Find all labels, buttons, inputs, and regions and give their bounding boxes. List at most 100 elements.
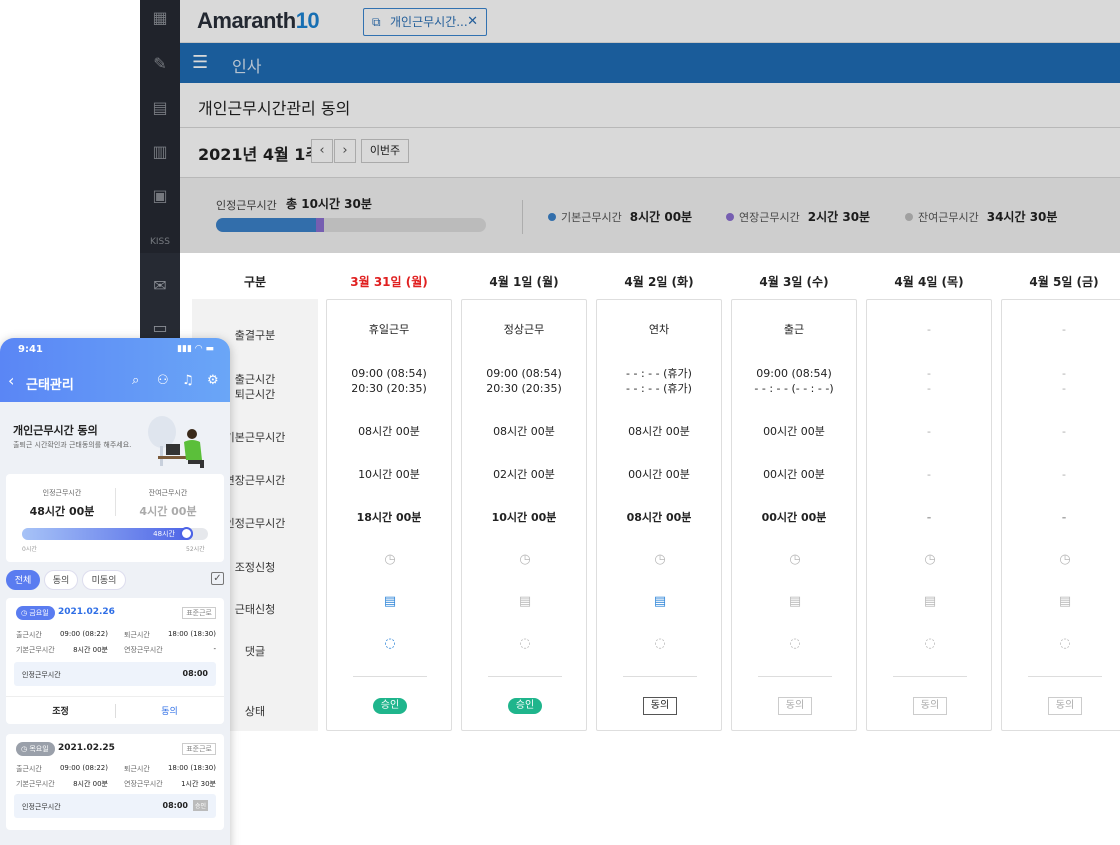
filter-not-agreed[interactable]: 미동의 [82,570,126,590]
day-column: - - - - - - ◷ ▤ ◌ 동의 [866,299,992,731]
status-badge[interactable]: 동의 [643,697,677,715]
search-icon[interactable]: ⌕ [132,373,139,389]
document-icon[interactable]: ▤ [652,594,668,610]
document-icon[interactable]: ▤ [1057,594,1073,610]
cell-out: - [927,382,931,395]
cell-out: - [1062,382,1066,395]
clock-icon[interactable]: ◷ [922,552,938,568]
clipboard-icon[interactable]: ▣ [150,186,170,206]
out-label: 퇴근시간 [124,631,150,639]
status-badge[interactable]: 동의 [778,697,812,715]
day-column: 정상근무 09:00 (08:54) 20:30 (20:35) 08시간 00분 02… [461,299,587,731]
hero-title: 개인근무시간 동의 [13,424,98,437]
over-value: 1시간 30분 [181,780,216,788]
work-type-tag: 표준근로 [182,743,216,755]
clock-icon[interactable]: ◷ [1057,552,1073,568]
comment-icon[interactable]: ◌ [922,636,938,652]
overtime-progress-fill [315,218,324,232]
divider [522,200,523,234]
cell-in: 09:00 (08:54) [756,367,832,380]
mail-icon[interactable]: ✉ [150,276,170,296]
mobile-summary-card: 인정근무시간 48시간 00분 잔여근무시간 4시간 00분 48시간 0시간 … [6,474,224,562]
gear-icon[interactable]: ⚙ [207,373,219,389]
cell-total: - [926,511,932,524]
comment-icon[interactable]: ◌ [652,636,668,652]
comment-icon[interactable]: ◌ [787,636,803,652]
agree-button[interactable]: 동의 [115,704,224,717]
remaining-label: 잔여근무시간 [148,489,188,497]
pen-icon[interactable]: ✎ [150,54,170,74]
in-value: 09:00 (08:22) [59,630,108,638]
next-week-button[interactable]: › [334,139,356,163]
cell-total: 08시간 00분 [626,511,692,524]
logo: Amaranth10 [197,8,320,33]
external-link-icon: ⧉ [372,15,381,29]
module-title: 인사 [232,57,262,76]
recognized-value: 08:00 [162,801,188,810]
day-card[interactable]: ◷ 목요일 2021.02.25 표준근로 출근시간 09:00 (08:22)… [6,734,224,830]
adjust-button[interactable]: 조정 [6,704,115,717]
legend-label: 잔여근무시간 [918,211,979,224]
cell-over: 02시간 00분 [493,468,555,481]
legend-dot [548,213,556,221]
status-badge[interactable]: 동의 [1048,697,1082,715]
org-chart-icon[interactable]: ⚇ [157,373,169,389]
divider [1028,676,1102,677]
document-icon[interactable]: ▤ [517,594,533,610]
cell-basic: - [927,425,931,438]
status-badge[interactable]: 동의 [913,697,947,715]
document-icon[interactable]: ▤ [787,594,803,610]
comment-icon[interactable]: ◌ [382,636,398,652]
select-all-checkbox[interactable]: ✓ [211,572,224,585]
card-actions: 조정 동의 [6,696,224,724]
close-icon[interactable]: ✕ [467,9,478,35]
cell-out: 20:30 (20:35) [351,382,427,395]
back-icon[interactable]: ‹ [8,372,14,390]
kiss-icon[interactable]: KISS [150,232,170,252]
prev-week-button[interactable]: ‹ [311,139,333,163]
out-label: 퇴근시간 [124,765,150,773]
clock-icon[interactable]: ◷ [517,552,533,568]
mobile-header: 9:41 ▮▮▮ ◠ ▬ ‹ 근태관리 ⌕ ⚇ ♫ ⚙ [0,338,230,402]
comment-icon[interactable]: ◌ [517,636,533,652]
recognized-summary: 인정근무시간 48시간 00분 [12,488,112,519]
divider [893,676,967,677]
this-week-button[interactable]: 이번주 [361,139,409,163]
remaining-summary: 잔여근무시간 4시간 00분 [118,488,218,519]
cell-type: 정상근무 [503,323,545,336]
legend-dot [726,213,734,221]
clock-icon[interactable]: ◷ [652,552,668,568]
filter-all[interactable]: 전체 [6,570,40,590]
day-card[interactable]: ◷ 금요일 2021.02.26 표준근로 출근시간 09:00 (08:22)… [6,598,224,724]
in-value: 09:00 (08:22) [59,764,108,772]
open-tab[interactable]: ⧉ 개인근무시간... ✕ [363,8,487,36]
cell-total: 00시간 00분 [761,511,827,524]
cell-type: 출근 [783,323,805,336]
recognized-value: 총 10시간 30분 [286,197,372,211]
document-icon[interactable]: ▤ [922,594,938,610]
calendar-icon[interactable]: ▤ [150,98,170,118]
apps-grid-icon[interactable]: ▦ [150,8,170,28]
recognized-value: 08:00 [182,669,208,678]
week-navigator: 2021년 4월 1주 ‹ › 이번주 [180,128,1120,178]
menu-icon[interactable]: ☰ [192,53,208,73]
chat-icon[interactable]: ▭ [150,318,170,338]
day-header: 4월 3일 (수) [759,275,829,289]
clock-icon[interactable]: ◷ [382,552,398,568]
comment-icon[interactable]: ◌ [1057,636,1073,652]
day-column: 연차 - - : - - (휴가) - - : - - (휴가) 08시간 00분 00… [596,299,722,731]
recognized-box: 인정근무시간 08:00 승인 [14,794,216,818]
cell-basic: 08시간 00분 [628,425,690,438]
mobile-app: 9:41 ▮▮▮ ◠ ▬ ‹ 근태관리 ⌕ ⚇ ♫ ⚙ 개인근무시간 동의 출퇴… [0,338,230,845]
legend-label: 연장근무시간 [739,211,800,224]
schedule-icon[interactable]: ▥ [150,142,170,162]
clock-icon[interactable]: ◷ [787,552,803,568]
mobile-progress-bar: 48시간 [22,527,208,540]
hero-subtitle: 출퇴근 시간확인과 근태동의를 해주세요. [13,441,132,449]
cell-out: - - : - - (- - : - -) [754,382,834,395]
weekday-badge: ◷ 목요일 [16,742,55,756]
document-icon[interactable]: ▤ [382,594,398,610]
progress-min: 0시간 [22,546,37,553]
bell-icon[interactable]: ♫ [182,373,194,389]
filter-agreed[interactable]: 동의 [44,570,78,590]
